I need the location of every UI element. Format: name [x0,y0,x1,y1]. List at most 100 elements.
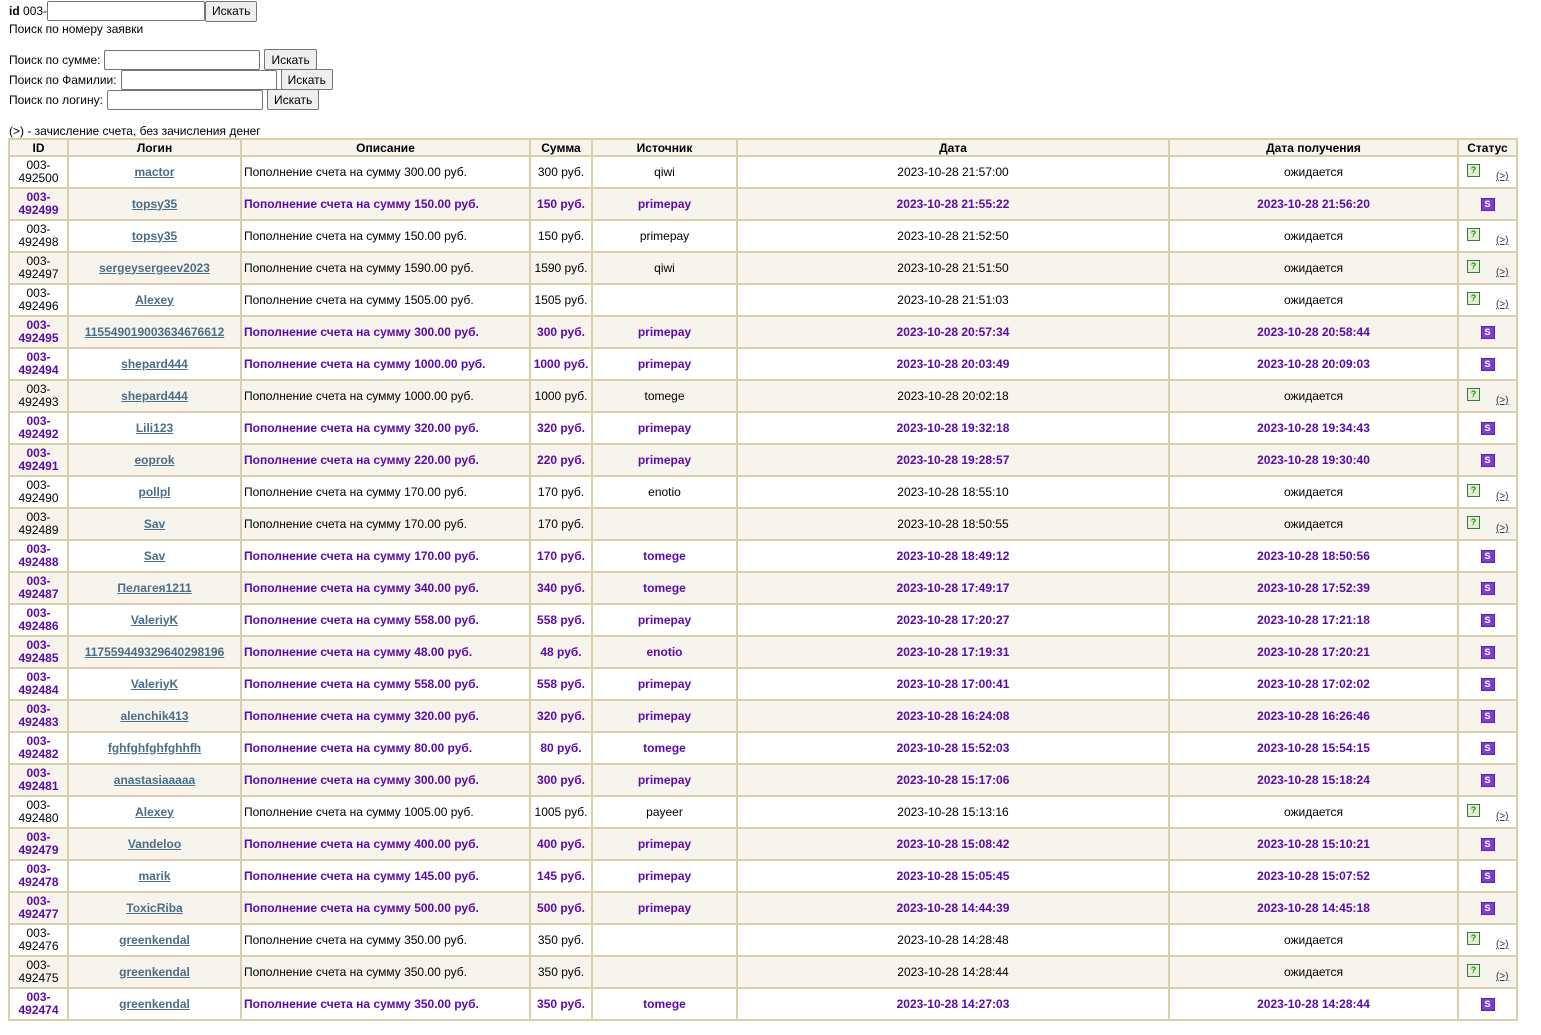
question-icon[interactable]: ? [1467,484,1480,497]
login-search-button[interactable]: Искать [266,89,320,110]
credit-only-link[interactable]: (>) [1496,234,1509,247]
question-icon[interactable]: ? [1467,292,1480,305]
credit-only-link[interactable]: (>) [1496,266,1509,279]
question-icon[interactable]: ? [1467,388,1480,401]
login-link[interactable]: Alexey [135,805,174,819]
cell-date: 2023-10-28 14:28:48 [738,925,1168,955]
cell-date: 2023-10-28 14:44:39 [738,893,1168,923]
login-link[interactable]: Sav [144,549,165,563]
login-link[interactable]: shepard444 [121,357,188,371]
login-link[interactable]: ValeriyK [131,613,178,627]
login-link[interactable]: marik [138,869,170,883]
credit-only-link[interactable]: (>) [1496,970,1509,983]
login-link[interactable]: sergeysergeev2023 [99,261,210,275]
cell-date: 2023-10-28 14:28:44 [738,957,1168,987]
login-link[interactable]: topsy35 [132,229,177,243]
question-icon[interactable]: ? [1467,932,1480,945]
login-link[interactable]: Vandeloo [128,837,181,851]
table-row: 003- 492496 Alexey Пополнение счета на сум… [10,285,1516,315]
cell-login: pollpl [69,477,240,507]
cell-sum: 400 руб. [531,829,591,859]
cell-sum: 1005 руб. [531,797,591,827]
credit-only-link[interactable]: (>) [1496,522,1509,535]
login-link[interactable]: anastasiaaaaa [114,773,195,787]
login-link[interactable]: Lili123 [136,421,173,435]
sum-search-row: Поиск по сумме: Искать [9,49,317,70]
paid-icon: S [1480,998,1495,1011]
credit-only-link[interactable]: (>) [1496,810,1509,823]
cell-sum: 150 руб. [531,221,591,251]
cell-date: 2023-10-28 19:32:18 [738,413,1168,443]
cell-id: 003- 492477 [10,893,67,923]
cell-date: 2023-10-28 20:03:49 [738,349,1168,379]
table-row: 003- 492497 sergeysergeev2023 Пополнение с… [10,253,1516,283]
cell-source [593,957,736,987]
credit-only-link[interactable]: (>) [1496,938,1509,951]
table-row: 003- 492493 shepard444 Пополнение счета на… [10,381,1516,411]
login-search-input[interactable] [106,89,263,110]
question-icon[interactable]: ? [1467,804,1480,817]
login-link[interactable]: greenkendal [119,965,190,979]
login-link[interactable]: fghfghfghfghhfh [108,741,201,755]
credit-only-link[interactable]: (>) [1496,394,1509,407]
cell-received-date: ожидается [1170,253,1457,283]
cell-source: qiwi [593,157,736,187]
login-link[interactable]: topsy35 [132,197,177,211]
cell-description: Пополнение счета на сумму 80.00 руб. [242,733,529,763]
table-row: 003- 492482 fghfghfghfghhfh Пополнение сче… [10,733,1516,763]
cell-id: 003- 492494 [10,349,67,379]
login-link[interactable]: alenchik413 [120,709,188,723]
id-search-button[interactable]: Искать [205,0,258,22]
cell-description: Пополнение счета на сумму 150.00 руб. [242,189,529,219]
cell-id: 003- 492481 [10,765,67,795]
paid-icon: S [1480,870,1495,883]
credit-only-link[interactable]: (>) [1496,170,1509,183]
question-icon[interactable]: ? [1467,964,1480,977]
cell-source: primepay [593,445,736,475]
cell-id: 003- 492485 [10,637,67,667]
cell-description: Пополнение счета на сумму 400.00 руб. [242,829,529,859]
paid-icon: S [1480,742,1495,755]
login-link[interactable]: Sav [144,517,165,531]
credit-only-link[interactable]: (>) [1496,298,1509,311]
login-link[interactable]: ValeriyK [131,677,178,691]
question-icon[interactable]: ? [1467,228,1480,241]
surname-search-input[interactable] [120,69,277,90]
id-search-input[interactable] [47,1,206,21]
cell-login: anastasiaaaaa [69,765,240,795]
cell-sum: 145 руб. [531,861,591,891]
question-icon[interactable]: ? [1467,164,1480,177]
login-link[interactable]: Пелагея1211 [117,581,191,595]
login-link[interactable]: 115549019003634676612 [85,325,225,339]
sum-search-input[interactable] [104,49,261,70]
surname-search-button[interactable]: Искать [280,69,333,90]
cell-sum: 170 руб. [531,541,591,571]
cell-description: Пополнение счета на сумму 1000.00 руб. [242,381,529,411]
login-link[interactable]: ToxicRiba [126,901,182,915]
cell-id: 003- 492486 [10,605,67,635]
cell-status: S [1459,605,1516,635]
cell-date: 2023-10-28 20:57:34 [738,317,1168,347]
cell-login: sergeysergeev2023 [69,253,240,283]
login-link[interactable]: greenkendal [119,997,190,1011]
login-link[interactable]: greenkendal [119,933,190,947]
table-row: 003- 492499 topsy35 Пополнение счета на су… [10,189,1516,219]
sum-search-button[interactable]: Искать [264,49,317,70]
credit-only-link[interactable]: (>) [1496,490,1509,503]
cell-login: greenkendal [69,925,240,955]
cell-description: Пополнение счета на сумму 48.00 руб. [242,637,529,667]
cell-source: enotio [593,637,736,667]
login-link[interactable]: 117559449329640298196 [85,645,225,659]
login-link[interactable]: eoprok [134,453,174,467]
login-link[interactable]: mactor [134,165,174,179]
login-link[interactable]: Alexey [135,293,174,307]
cell-received-date: ожидается [1170,477,1457,507]
question-icon[interactable]: ? [1467,516,1480,529]
question-icon[interactable]: ? [1467,260,1480,273]
login-link[interactable]: shepard444 [121,389,188,403]
cell-source: primepay [593,861,736,891]
cell-status: ? (>) [1459,957,1516,987]
table-row: 003- 492492 Lili123 Пополнение счета на су… [10,413,1516,443]
cell-status: ? (>) [1459,157,1516,187]
login-link[interactable]: pollpl [139,485,171,499]
